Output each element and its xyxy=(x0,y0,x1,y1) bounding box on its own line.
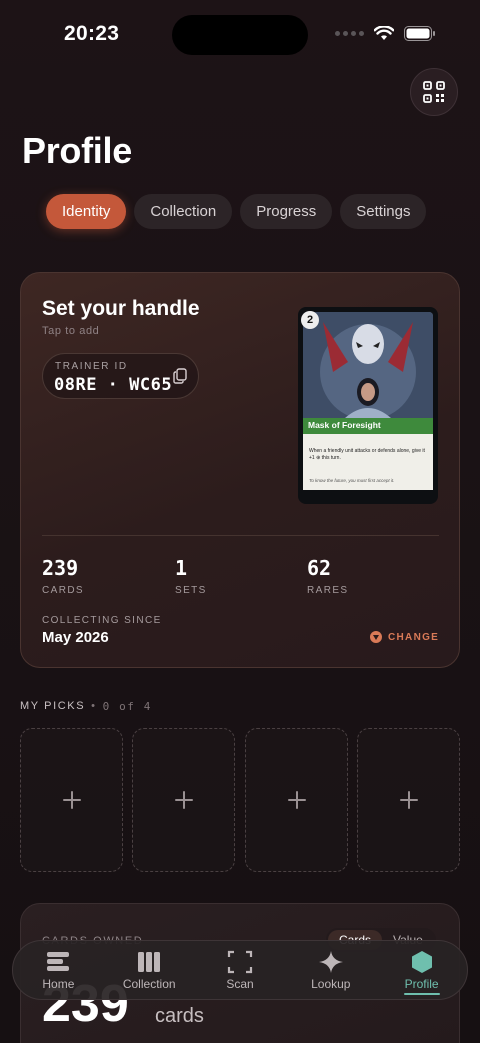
featured-card[interactable]: 2 Mask of Foresight When a friendly unit… xyxy=(298,307,438,504)
trainer-id-label: TRAINER ID xyxy=(55,361,128,372)
cards-owned-unit: cards xyxy=(155,1005,204,1027)
signal-icon xyxy=(335,31,364,36)
nav-label: Profile xyxy=(404,976,439,991)
collection-bars-icon xyxy=(138,951,161,972)
stat-cards: 239 CARDS xyxy=(42,556,84,596)
stat-label: RARES xyxy=(307,585,349,596)
pick-slot-4[interactable] xyxy=(357,728,460,872)
nav-label: Lookup xyxy=(311,976,351,991)
nav-scan[interactable]: Scan xyxy=(195,941,286,999)
tab-progress[interactable]: Progress xyxy=(240,194,333,229)
card-cost: 2 xyxy=(301,311,319,329)
collecting-since-value: May 2026 xyxy=(42,629,109,646)
plus-icon xyxy=(287,791,306,809)
pick-slot-3[interactable] xyxy=(245,728,348,872)
status-icons xyxy=(335,26,436,41)
stat-label: CARDS xyxy=(42,585,85,596)
status-time: 20:23 xyxy=(64,22,120,45)
nav-collection[interactable]: Collection xyxy=(104,941,195,999)
calendar-icon xyxy=(370,631,382,643)
trainer-id-box[interactable]: TRAINER ID 08RE · WC65 xyxy=(42,353,199,399)
stat-value: 1 xyxy=(175,556,188,580)
plus-icon xyxy=(399,791,418,809)
stat-sets: 1 SETS xyxy=(175,556,207,596)
pick-slot-1[interactable] xyxy=(20,728,123,872)
change-button[interactable]: CHANGE xyxy=(370,631,439,643)
card-name: Mask of Foresight xyxy=(308,420,381,430)
card-rule-text: When a friendly unit attacks or defends … xyxy=(309,448,425,461)
active-indicator xyxy=(403,993,440,995)
nav-home[interactable]: Home xyxy=(13,941,104,999)
pick-slot-2[interactable] xyxy=(132,728,235,872)
profile-tabs: Identity Collection Progress Settings xyxy=(46,194,427,229)
nav-label: Scan xyxy=(226,976,254,991)
change-label: CHANGE xyxy=(388,631,440,643)
stat-rares: 62 RARES xyxy=(307,556,348,596)
card-flavor-text: To know the future, you must first accep… xyxy=(309,478,395,483)
my-picks-header: MY PICKS • 0 of 4 xyxy=(20,700,152,713)
stat-label: SETS xyxy=(175,585,207,596)
profile-card: Set your handle Tap to add TRAINER ID 08… xyxy=(20,272,460,668)
tab-settings[interactable]: Settings xyxy=(340,194,427,229)
qr-code-icon xyxy=(423,81,445,103)
plus-icon xyxy=(62,791,81,809)
nav-label: Home xyxy=(42,976,75,991)
scan-frame-icon xyxy=(227,950,253,973)
my-picks-count: 0 of 4 xyxy=(102,700,152,713)
my-picks-label: MY PICKS xyxy=(20,700,86,712)
tab-identity[interactable]: Identity xyxy=(46,194,127,229)
card-name-bar: Mask of Foresight xyxy=(303,418,433,434)
dynamic-island xyxy=(172,15,308,55)
nav-label: Collection xyxy=(122,976,176,991)
card-text-box: When a friendly unit attacks or defends … xyxy=(303,434,433,490)
nav-lookup[interactable]: Lookup xyxy=(285,941,376,999)
nav-profile[interactable]: Profile xyxy=(376,941,467,999)
sparkle-icon xyxy=(318,950,343,973)
trainer-id-value: 08RE · WC65 xyxy=(54,375,173,395)
copy-icon[interactable] xyxy=(173,368,187,384)
battery-icon xyxy=(404,26,435,41)
wifi-icon xyxy=(374,26,394,40)
handle-title[interactable]: Set your handle xyxy=(42,297,200,321)
plus-icon xyxy=(174,791,193,809)
divider xyxy=(42,535,439,536)
hexagon-icon xyxy=(411,950,432,973)
separator-dot: • xyxy=(91,700,97,712)
home-stack-icon xyxy=(47,951,70,971)
card-artwork xyxy=(303,312,433,418)
page-title: Profile xyxy=(22,130,132,171)
stat-value: 239 xyxy=(42,556,79,580)
stat-value: 62 xyxy=(307,556,332,580)
bottom-nav: Home Collection Scan Lookup Profile xyxy=(12,940,468,1000)
tab-collection[interactable]: Collection xyxy=(134,194,233,229)
handle-subtitle: Tap to add xyxy=(42,325,100,337)
collecting-since-label: COLLECTING SINCE xyxy=(42,615,162,626)
qr-code-button[interactable] xyxy=(410,68,458,116)
